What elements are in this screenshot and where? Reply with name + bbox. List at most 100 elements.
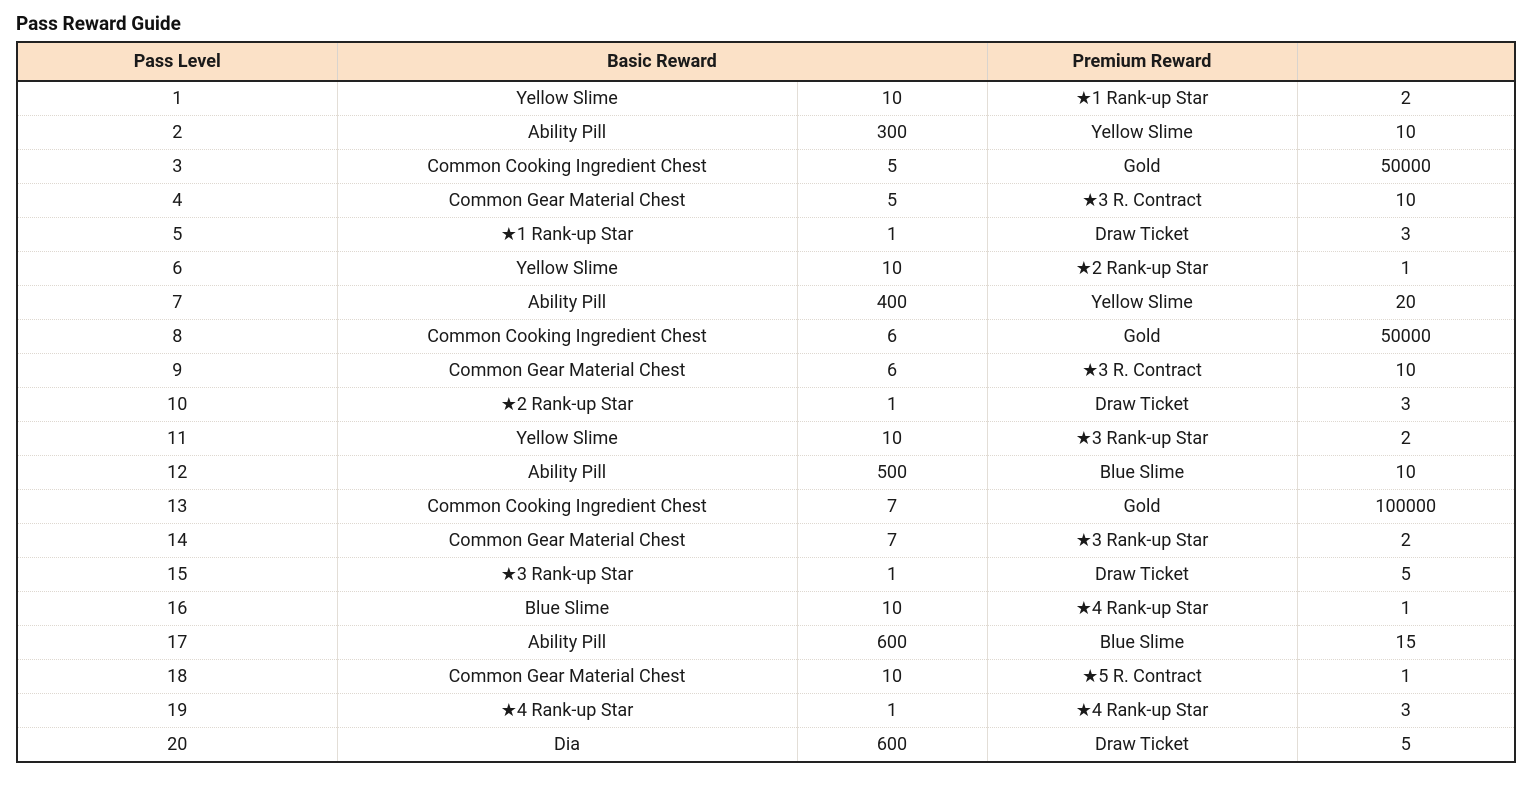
cell-level: 3 <box>17 150 337 184</box>
cell-level: 17 <box>17 626 337 660</box>
cell-premium-qty: 10 <box>1297 116 1515 150</box>
cell-premium-qty: 10 <box>1297 354 1515 388</box>
table-row: 18Common Gear Material Chest10★5 R. Cont… <box>17 660 1515 694</box>
cell-basic-item: ★3 Rank-up Star <box>337 558 797 592</box>
cell-basic-item: Common Gear Material Chest <box>337 660 797 694</box>
cell-basic-qty: 5 <box>797 150 987 184</box>
cell-basic-qty: 400 <box>797 286 987 320</box>
table-row: 5★1 Rank-up Star1Draw Ticket3 <box>17 218 1515 252</box>
cell-basic-item: ★1 Rank-up Star <box>337 218 797 252</box>
reward-table: Pass Level Basic Reward Premium Reward 1… <box>16 41 1516 763</box>
table-header: Pass Level Basic Reward Premium Reward <box>17 42 1515 81</box>
cell-premium-qty: 3 <box>1297 218 1515 252</box>
cell-basic-item: Common Cooking Ingredient Chest <box>337 490 797 524</box>
cell-premium-item: ★3 R. Contract <box>987 184 1297 218</box>
cell-premium-item: Draw Ticket <box>987 558 1297 592</box>
cell-premium-qty: 2 <box>1297 81 1515 116</box>
cell-basic-item: ★2 Rank-up Star <box>337 388 797 422</box>
cell-premium-qty: 1 <box>1297 252 1515 286</box>
cell-level: 5 <box>17 218 337 252</box>
table-row: 2Ability Pill300Yellow Slime10 <box>17 116 1515 150</box>
cell-level: 13 <box>17 490 337 524</box>
header-premium-reward: Premium Reward <box>987 42 1297 81</box>
table-row: 6Yellow Slime10★2 Rank-up Star1 <box>17 252 1515 286</box>
cell-premium-qty: 3 <box>1297 694 1515 728</box>
cell-basic-qty: 10 <box>797 81 987 116</box>
cell-basic-item: Yellow Slime <box>337 422 797 456</box>
page-title: Pass Reward Guide <box>16 12 1514 35</box>
cell-premium-item: ★3 Rank-up Star <box>987 524 1297 558</box>
cell-basic-item: ★4 Rank-up Star <box>337 694 797 728</box>
cell-basic-qty: 10 <box>797 422 987 456</box>
table-row: 15★3 Rank-up Star1Draw Ticket5 <box>17 558 1515 592</box>
cell-basic-item: Ability Pill <box>337 286 797 320</box>
cell-premium-qty: 2 <box>1297 524 1515 558</box>
cell-premium-qty: 3 <box>1297 388 1515 422</box>
table-row: 8Common Cooking Ingredient Chest6Gold500… <box>17 320 1515 354</box>
cell-basic-qty: 7 <box>797 490 987 524</box>
cell-premium-item: Gold <box>987 490 1297 524</box>
cell-premium-item: ★2 Rank-up Star <box>987 252 1297 286</box>
cell-premium-qty: 5 <box>1297 728 1515 763</box>
cell-premium-item: Blue Slime <box>987 626 1297 660</box>
cell-premium-item: Yellow Slime <box>987 116 1297 150</box>
cell-basic-qty: 5 <box>797 184 987 218</box>
header-basic-reward: Basic Reward <box>337 42 987 81</box>
cell-premium-item: ★4 Rank-up Star <box>987 592 1297 626</box>
cell-level: 7 <box>17 286 337 320</box>
table-row: 16Blue Slime10★4 Rank-up Star1 <box>17 592 1515 626</box>
table-row: 20Dia600Draw Ticket5 <box>17 728 1515 763</box>
cell-basic-qty: 6 <box>797 354 987 388</box>
table-row: 12Ability Pill500Blue Slime10 <box>17 456 1515 490</box>
cell-premium-item: Draw Ticket <box>987 728 1297 763</box>
cell-basic-qty: 10 <box>797 660 987 694</box>
cell-level: 20 <box>17 728 337 763</box>
cell-level: 6 <box>17 252 337 286</box>
cell-premium-item: ★3 R. Contract <box>987 354 1297 388</box>
cell-basic-qty: 600 <box>797 728 987 763</box>
cell-basic-item: Common Cooking Ingredient Chest <box>337 150 797 184</box>
cell-basic-item: Ability Pill <box>337 116 797 150</box>
cell-premium-item: ★1 Rank-up Star <box>987 81 1297 116</box>
cell-premium-item: ★3 Rank-up Star <box>987 422 1297 456</box>
cell-level: 18 <box>17 660 337 694</box>
header-premium-qty <box>1297 42 1515 81</box>
cell-basic-qty: 1 <box>797 694 987 728</box>
cell-basic-qty: 10 <box>797 592 987 626</box>
cell-premium-qty: 1 <box>1297 592 1515 626</box>
cell-basic-qty: 1 <box>797 558 987 592</box>
table-row: 14Common Gear Material Chest7★3 Rank-up … <box>17 524 1515 558</box>
table-row: 4Common Gear Material Chest5★3 R. Contra… <box>17 184 1515 218</box>
table-row: 10★2 Rank-up Star1Draw Ticket3 <box>17 388 1515 422</box>
cell-basic-item: Common Gear Material Chest <box>337 184 797 218</box>
cell-level: 19 <box>17 694 337 728</box>
cell-premium-item: ★5 R. Contract <box>987 660 1297 694</box>
cell-basic-item: Ability Pill <box>337 626 797 660</box>
cell-premium-qty: 20 <box>1297 286 1515 320</box>
header-pass-level: Pass Level <box>17 42 337 81</box>
cell-premium-item: ★4 Rank-up Star <box>987 694 1297 728</box>
cell-basic-qty: 300 <box>797 116 987 150</box>
cell-premium-qty: 50000 <box>1297 320 1515 354</box>
cell-basic-qty: 6 <box>797 320 987 354</box>
table-row: 19★4 Rank-up Star1★4 Rank-up Star3 <box>17 694 1515 728</box>
cell-premium-item: Draw Ticket <box>987 388 1297 422</box>
cell-level: 16 <box>17 592 337 626</box>
cell-level: 2 <box>17 116 337 150</box>
table-row: 3Common Cooking Ingredient Chest5Gold500… <box>17 150 1515 184</box>
cell-premium-item: Blue Slime <box>987 456 1297 490</box>
cell-basic-qty: 500 <box>797 456 987 490</box>
cell-basic-qty: 1 <box>797 218 987 252</box>
cell-basic-item: Common Gear Material Chest <box>337 524 797 558</box>
cell-basic-qty: 10 <box>797 252 987 286</box>
cell-premium-item: Draw Ticket <box>987 218 1297 252</box>
cell-level: 4 <box>17 184 337 218</box>
cell-premium-qty: 10 <box>1297 184 1515 218</box>
cell-level: 1 <box>17 81 337 116</box>
table-body: 1Yellow Slime10★1 Rank-up Star22Ability … <box>17 81 1515 762</box>
table-row: 9Common Gear Material Chest6★3 R. Contra… <box>17 354 1515 388</box>
cell-basic-qty: 600 <box>797 626 987 660</box>
cell-basic-item: Blue Slime <box>337 592 797 626</box>
cell-basic-item: Yellow Slime <box>337 81 797 116</box>
cell-premium-qty: 50000 <box>1297 150 1515 184</box>
